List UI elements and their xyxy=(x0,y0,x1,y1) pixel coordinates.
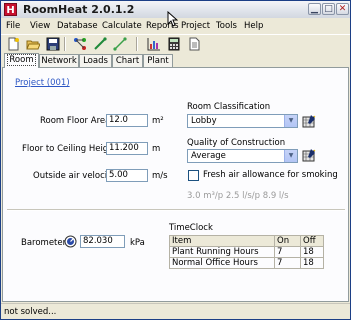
mouse-cursor-icon xyxy=(167,11,178,27)
app-window: H RoomHeat 2.0.1.2 ▁ □ ✕ File View Datab… xyxy=(0,0,351,320)
tab-loads[interactable]: Loads xyxy=(79,54,112,67)
menu-file[interactable]: File xyxy=(6,20,20,32)
tab-chart[interactable]: Chart xyxy=(112,54,143,67)
maximize-button[interactable]: □ xyxy=(322,3,335,15)
ceiling-height-unit: m xyxy=(152,144,161,154)
ceiling-height-input[interactable]: 11.200 xyxy=(106,142,148,155)
table-row[interactable]: Normal Office Hours 7 18 xyxy=(169,257,324,269)
air-velocity-unit: m/s xyxy=(152,171,168,181)
room-classification-label: Room Classification xyxy=(187,102,271,112)
floor-area-input[interactable]: 12.0 xyxy=(106,114,148,127)
minimize-button[interactable]: ▁ xyxy=(308,3,321,15)
room-panel: Project (001) Room Floor Area 12.0 m² Fl… xyxy=(2,67,349,302)
floor-area-unit: m² xyxy=(152,116,164,126)
open-folder-icon[interactable] xyxy=(26,37,40,51)
table-header-row: Item On Off xyxy=(169,235,324,247)
window-title: RoomHeat 2.0.1.2 xyxy=(23,3,135,16)
tab-network[interactable]: Network xyxy=(39,54,79,67)
panel-divider xyxy=(7,209,345,211)
smoking-flow-text: 3.0 m³/p 2.5 l/s/p 8.9 l/s xyxy=(187,191,289,201)
chevron-down-icon[interactable]: ▼ xyxy=(284,115,297,127)
barometer-unit: kPa xyxy=(130,238,145,248)
table-row[interactable]: Plant Running Hours 7 18 xyxy=(169,246,324,258)
menu-view[interactable]: View xyxy=(30,20,50,32)
row-off-cell[interactable]: 18 xyxy=(300,246,324,258)
quality-of-construction-label: Quality of Construction xyxy=(187,138,286,148)
row-on-cell[interactable]: 7 xyxy=(274,257,301,269)
status-bar: not solved... xyxy=(1,303,350,319)
floor-area-label: Room Floor Area xyxy=(40,116,111,126)
smoking-allowance-checkbox[interactable] xyxy=(188,170,199,181)
row-item-cell[interactable]: Plant Running Hours xyxy=(169,246,275,258)
menu-database[interactable]: Database xyxy=(57,20,98,32)
pipe-icon[interactable] xyxy=(93,37,107,51)
air-velocity-input[interactable]: 5.00 xyxy=(106,169,148,182)
menu-calculate[interactable]: Calculate xyxy=(102,20,142,32)
duct-icon[interactable] xyxy=(113,37,127,51)
barometer-input[interactable]: 82.030 xyxy=(80,235,125,248)
edit-room-classification-icon[interactable] xyxy=(302,114,316,128)
barometer-gauge-icon[interactable] xyxy=(64,235,77,248)
timeclock-table: Item On Off Plant Running Hours 7 18 Nor… xyxy=(169,235,324,269)
quality-of-construction-value: Average xyxy=(191,151,226,161)
barometer-label: Barometer xyxy=(21,238,67,248)
toolbar-separator xyxy=(136,37,138,51)
chart-icon[interactable] xyxy=(147,37,161,51)
quality-of-construction-select[interactable]: Average ▼ xyxy=(187,149,298,163)
network-icon[interactable] xyxy=(73,37,87,51)
row-off-cell[interactable]: 18 xyxy=(300,257,324,269)
new-file-icon[interactable] xyxy=(6,37,20,51)
toolbar-separator xyxy=(64,37,66,51)
menu-tools[interactable]: Tools xyxy=(216,20,237,32)
project-link[interactable]: Project (001) xyxy=(15,78,70,88)
smoking-allowance-label: Fresh air allowance for smoking xyxy=(203,170,338,180)
app-logo-icon: H xyxy=(4,3,17,16)
save-icon[interactable] xyxy=(46,37,60,51)
tab-room[interactable]: Room xyxy=(4,53,39,68)
tab-strip: Room Network Loads Chart Plant xyxy=(1,53,350,68)
air-velocity-label: Outside air velocity xyxy=(33,171,116,181)
edit-construction-quality-icon[interactable] xyxy=(302,148,316,162)
tab-plant[interactable]: Plant xyxy=(143,54,173,67)
status-text: not solved... xyxy=(4,307,57,317)
ceiling-height-label: Floor to Ceiling Height xyxy=(22,144,117,154)
row-item-cell[interactable]: Normal Office Hours xyxy=(169,257,275,269)
calculator-icon[interactable] xyxy=(167,37,181,51)
menu-help[interactable]: Help xyxy=(244,20,263,32)
close-button[interactable]: ✕ xyxy=(336,3,349,15)
report-icon[interactable] xyxy=(187,37,201,51)
row-on-cell[interactable]: 7 xyxy=(274,246,301,258)
column-header-on[interactable]: On xyxy=(274,235,301,247)
room-classification-select[interactable]: Lobby ▼ xyxy=(187,114,298,128)
toolbar xyxy=(1,34,350,53)
room-classification-value: Lobby xyxy=(191,116,217,126)
chevron-down-icon[interactable]: ▼ xyxy=(284,150,297,162)
column-header-off[interactable]: Off xyxy=(300,235,324,247)
timeclock-title: TimeClock xyxy=(169,223,213,233)
column-header-item[interactable]: Item xyxy=(169,235,275,247)
menu-project[interactable]: Project xyxy=(181,20,210,32)
